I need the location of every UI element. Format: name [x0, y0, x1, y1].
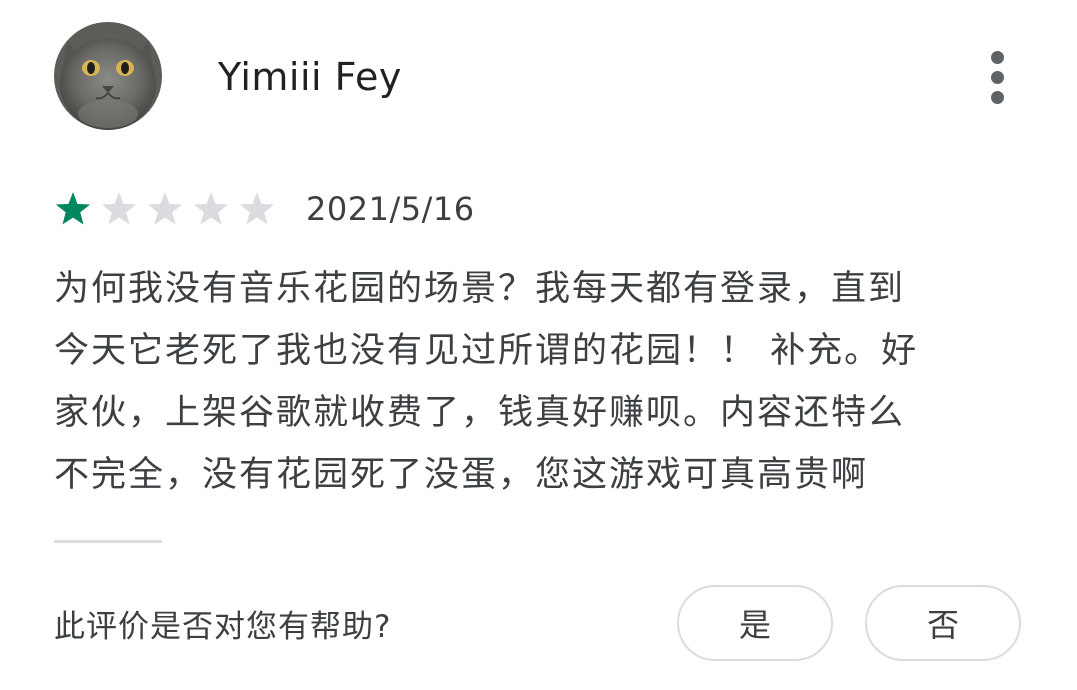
helpful-no-button[interactable]: 否	[865, 585, 1021, 661]
review-text-line: 今天它老死了我也没有见过所谓的花园！！ 补充。好	[54, 331, 919, 371]
review-text-line: 不完全，没有花园死了没蛋，您这游戏可真高贵啊	[54, 455, 869, 495]
reviewer-name: Yimiii Fey	[218, 55, 402, 99]
review-date: 2021/5/16	[306, 190, 475, 228]
helpful-yes-button[interactable]: 是	[677, 585, 833, 661]
star-empty-icon	[193, 192, 229, 225]
review-text-line: 为何我没有音乐花园的场景？我每天都有登录，直到	[54, 269, 906, 309]
more-options-button[interactable]	[978, 48, 1018, 106]
rating-row: 2021/5/16	[54, 186, 475, 232]
divider	[54, 540, 162, 543]
star-rating	[54, 190, 284, 228]
helpful-question: 此评价是否对您有帮助?	[54, 609, 392, 645]
star-empty-icon	[101, 192, 137, 225]
star-empty-icon	[147, 192, 183, 225]
star-empty-icon	[239, 192, 275, 225]
review-text-line: 家伙，上架谷歌就收费了，钱真好赚呗。内容还特么	[54, 393, 906, 433]
star-filled-icon	[55, 192, 91, 225]
cat-avatar-image	[54, 22, 162, 130]
review-body: 为何我没有音乐花园的场景？我每天都有登录，直到 今天它老死了我也没有见过所谓的花园…	[54, 258, 1022, 506]
avatar	[54, 22, 162, 130]
